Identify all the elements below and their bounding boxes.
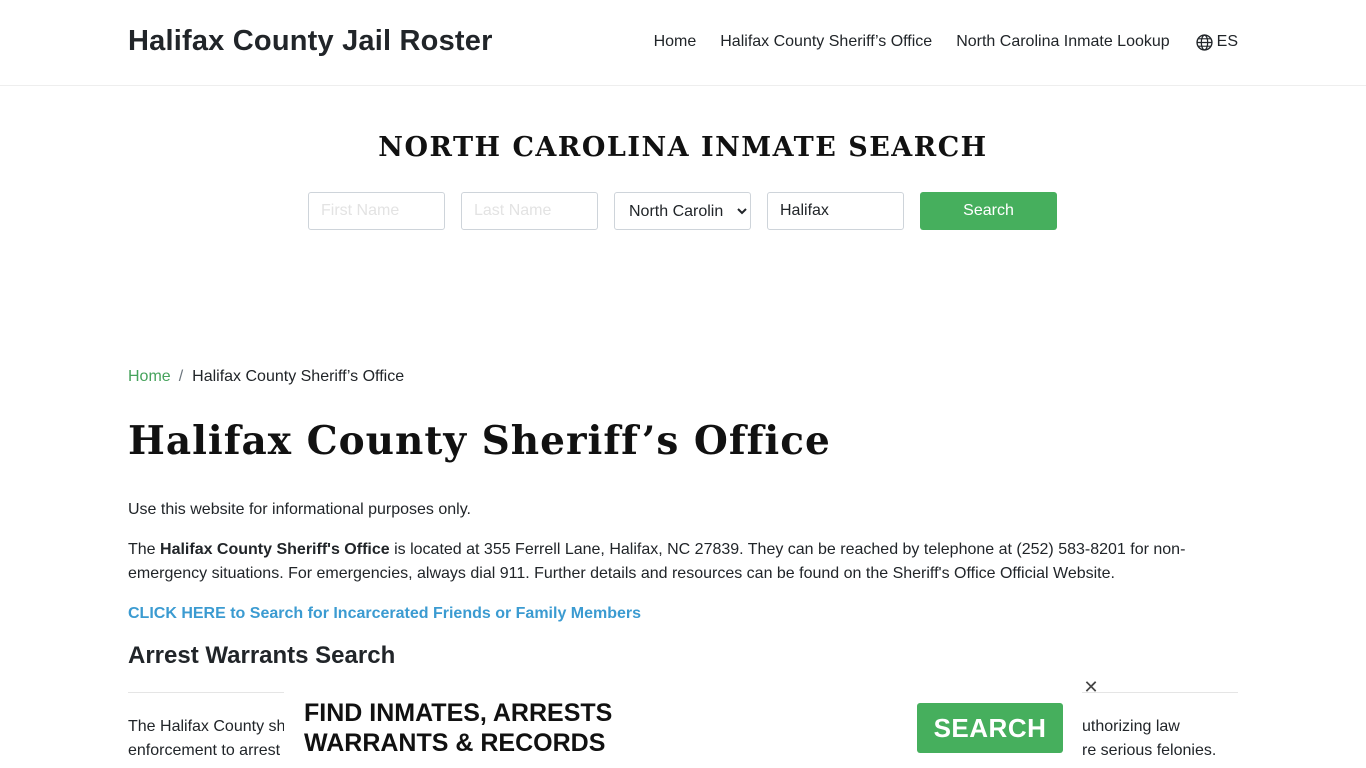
nav-sheriff-link[interactable]: Halifax County Sheriff’s Office — [720, 33, 932, 51]
ad-headline: FIND INMATES, ARRESTS WARRANTS & RECORDS — [304, 698, 612, 758]
warrants-text-left: The Halifax County sh enforcement to arr… — [128, 715, 285, 763]
close-icon[interactable]: ✕ — [1083, 678, 1099, 696]
warrants-line-2-right: re serious felonies. — [1082, 742, 1217, 759]
language-label: ES — [1216, 33, 1238, 50]
warrants-line-1-left: The Halifax County sh — [128, 718, 286, 735]
sticky-ad-banner: FIND INMATES, ARRESTS WARRANTS & RECORDS… — [284, 692, 1082, 768]
main-nav: Home Halifax County Sheriff’s Office Nor… — [630, 33, 1238, 51]
last-name-input[interactable] — [461, 192, 598, 230]
nav-inmate-lookup-link[interactable]: North Carolina Inmate Lookup — [956, 33, 1169, 51]
inmate-search-form: North Carolina Search — [308, 192, 1057, 230]
search-heading: NORTH CAROLINA INMATE SEARCH — [378, 132, 988, 163]
globe-icon — [1196, 33, 1213, 51]
breadcrumb-separator: / — [178, 368, 184, 385]
site-header: Halifax County Jail Roster Home Halifax … — [0, 0, 1366, 86]
warrants-heading: Arrest Warrants Search — [128, 642, 396, 669]
breadcrumb: Home / Halifax County Sheriff’s Office — [128, 368, 404, 386]
warrants-text-right: uthorizing law re serious felonies. — [1082, 715, 1216, 763]
paragraph-prefix: The — [128, 541, 161, 558]
sheriff-info-paragraph: The Halifax County Sheriff's Office is l… — [128, 538, 1238, 586]
first-name-input[interactable] — [308, 192, 445, 230]
page-title: Halifax County Sheriff’s Office — [128, 418, 831, 464]
search-button[interactable]: Search — [920, 192, 1057, 230]
ad-search-button[interactable]: SEARCH — [917, 703, 1063, 753]
language-switcher[interactable]: ES — [1196, 33, 1238, 51]
warrants-line-2-left: enforcement to arrest — [128, 742, 281, 759]
breadcrumb-current: Halifax County Sheriff’s Office — [192, 368, 405, 385]
county-input[interactable] — [767, 192, 904, 230]
ad-headline-line-1: FIND INMATES, ARRESTS — [304, 699, 613, 727]
site-title[interactable]: Halifax County Jail Roster — [128, 25, 493, 58]
ad-headline-line-2: WARRANTS & RECORDS — [304, 729, 606, 757]
breadcrumb-home-link[interactable]: Home — [128, 368, 171, 386]
warrants-line-1-right: uthorizing law — [1082, 718, 1180, 735]
disclaimer-text: Use this website for informational purpo… — [128, 501, 471, 518]
state-select[interactable]: North Carolina — [614, 192, 751, 230]
nav-home-link[interactable]: Home — [654, 33, 697, 51]
sheriff-name-bold: Halifax County Sheriff's Office — [160, 541, 390, 558]
search-incarcerated-link[interactable]: CLICK HERE to Search for Incarcerated Fr… — [128, 602, 641, 626]
